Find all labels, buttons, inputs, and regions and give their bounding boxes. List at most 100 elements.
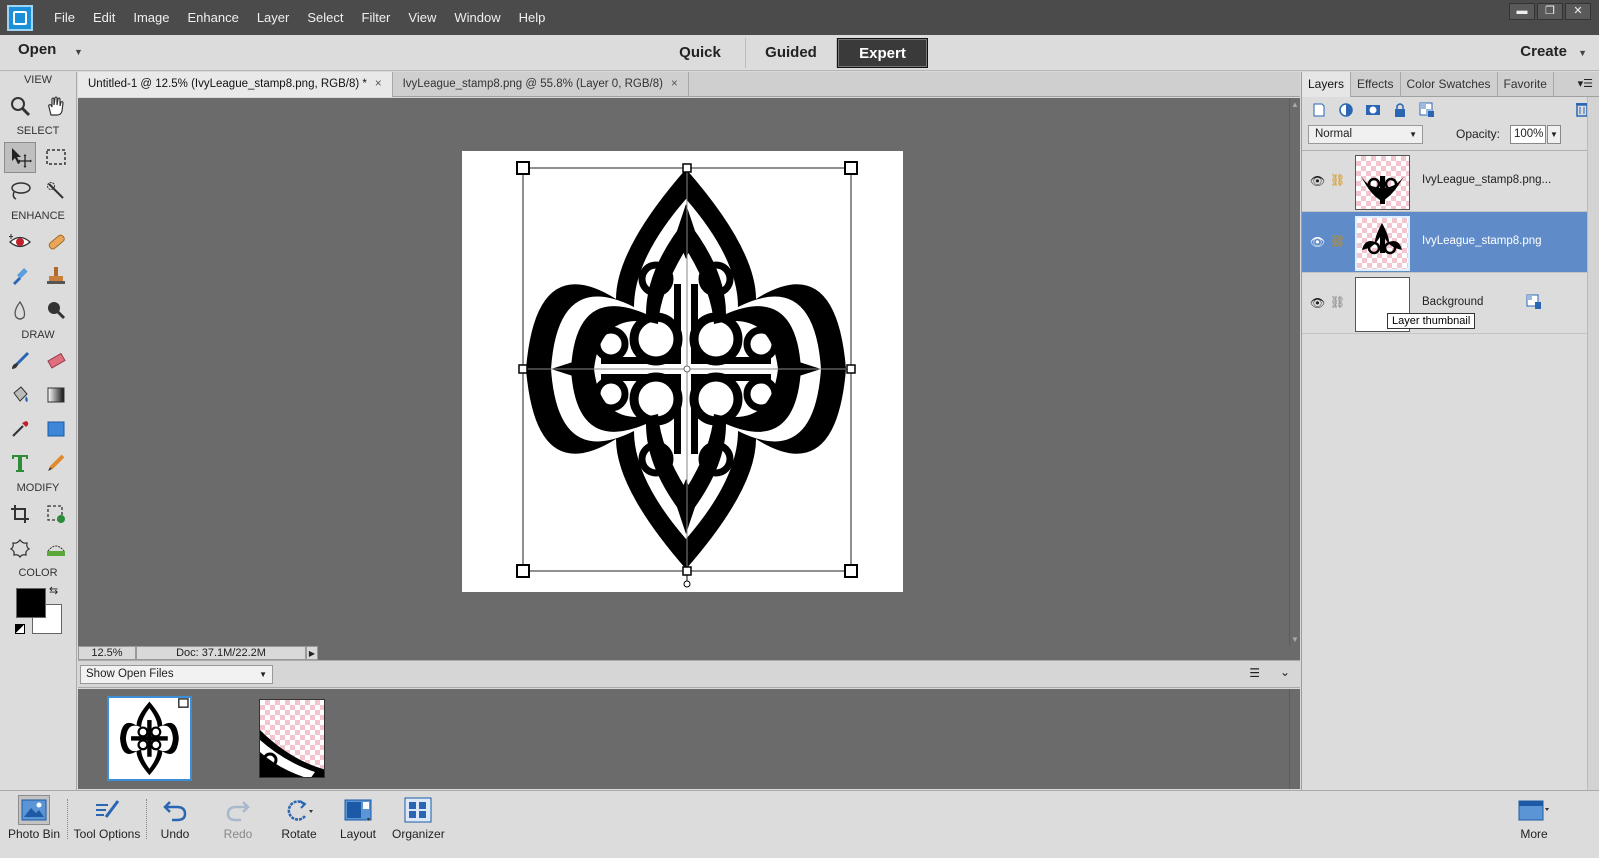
menu-edit[interactable]: Edit — [84, 0, 124, 35]
app-logo-icon[interactable] — [7, 4, 33, 31]
lasso-tool-icon[interactable] — [4, 176, 36, 207]
type-tool-icon[interactable] — [4, 448, 36, 479]
layer-link-icon[interactable]: ⛓ — [1330, 295, 1345, 309]
undo-button[interactable]: Undo — [155, 795, 195, 841]
eyedropper-icon[interactable] — [4, 414, 36, 445]
hand-tool-icon[interactable] — [40, 91, 72, 122]
rectangular-marquee-icon[interactable] — [40, 142, 72, 173]
create-button[interactable]: Create — [1520, 43, 1567, 60]
red-eye-removal-icon[interactable] — [4, 227, 36, 258]
menu-select[interactable]: Select — [298, 0, 352, 35]
move-tool-icon[interactable] — [4, 141, 36, 173]
blur-tool-icon[interactable] — [4, 295, 36, 326]
bin-options-menu-icon[interactable]: ☰ — [1249, 666, 1260, 680]
smart-brush-icon[interactable] — [4, 261, 36, 292]
canvas-horizontal-scrollbar[interactable] — [320, 649, 1290, 657]
open-dropdown-icon[interactable]: ▼ — [74, 47, 83, 57]
recompose-tool-icon[interactable] — [40, 499, 72, 530]
visibility-eye-icon[interactable]: 👁 — [1310, 235, 1325, 249]
visibility-eye-icon[interactable]: 👁 — [1310, 174, 1325, 188]
open-button[interactable]: Open — [18, 41, 56, 58]
more-button[interactable]: More — [1512, 795, 1556, 841]
document-canvas[interactable] — [462, 151, 903, 592]
healing-brush-icon[interactable] — [40, 227, 72, 258]
default-colors-icon[interactable] — [15, 624, 25, 634]
layer-name[interactable]: IvyLeague_stamp8.png... — [1422, 174, 1551, 186]
menu-view[interactable]: View — [399, 0, 445, 35]
lock-all-icon[interactable] — [1391, 101, 1409, 119]
photo-bin-thumbnail-ivyleague[interactable] — [259, 699, 325, 778]
quick-selection-icon[interactable] — [40, 176, 72, 207]
new-layer-icon[interactable] — [1310, 101, 1328, 119]
zoom-level[interactable]: 12.5% — [78, 646, 136, 660]
create-dropdown-icon[interactable]: ▼ — [1578, 48, 1587, 58]
photo-bin-thumbnail-untitled[interactable] — [107, 696, 192, 781]
layer-name[interactable]: IvyLeague_stamp8.png — [1422, 235, 1542, 247]
photo-bin-button[interactable]: Photo Bin — [6, 795, 62, 841]
zoom-tool-icon[interactable] — [4, 91, 36, 122]
photo-bin-filter-select[interactable]: Show Open Files ▼ — [80, 665, 273, 684]
eraser-tool-icon[interactable] — [40, 346, 72, 377]
menu-window[interactable]: Window — [445, 0, 509, 35]
shape-tool-icon[interactable] — [40, 414, 72, 445]
menu-filter[interactable]: Filter — [353, 0, 400, 35]
layer-thumbnail[interactable] — [1355, 155, 1410, 210]
paint-bucket-icon[interactable] — [4, 380, 36, 411]
straighten-tool-icon[interactable] — [40, 533, 72, 564]
content-aware-move-icon[interactable] — [4, 533, 36, 564]
stamp-image[interactable] — [462, 151, 903, 592]
mode-tab-quick[interactable]: Quick — [655, 38, 746, 68]
collapse-bin-icon[interactable]: ⌄ — [1280, 665, 1290, 679]
canvas-area[interactable] — [78, 98, 1289, 646]
adjustment-layer-icon[interactable] — [1337, 101, 1355, 119]
document-tab-ivyleague[interactable]: IvyLeague_stamp8.png @ 55.8% (Layer 0, R… — [393, 72, 689, 97]
layer-mask-icon[interactable] — [1364, 101, 1382, 119]
layer-link-icon[interactable]: ⛓ — [1330, 173, 1345, 187]
panel-menu-icon[interactable]: ▾☰ — [1572, 72, 1599, 96]
layers-panel-scrollbar[interactable] — [1587, 97, 1599, 790]
pencil-tool-icon[interactable] — [40, 448, 72, 479]
photo-bin-scrollbar[interactable] — [1289, 689, 1300, 789]
close-tab-icon[interactable]: × — [671, 78, 678, 90]
visibility-eye-icon[interactable]: 👁 — [1310, 296, 1325, 310]
blend-mode-select[interactable]: Normal ▼ — [1308, 125, 1423, 144]
close-tab-icon[interactable]: × — [375, 78, 382, 90]
tab-effects[interactable]: Effects — [1351, 72, 1401, 97]
lock-transparent-icon[interactable] — [1418, 101, 1436, 119]
menu-enhance[interactable]: Enhance — [179, 0, 248, 35]
layer-row-top[interactable]: 👁 ⛓ IvyLeague_stamp8.png... — [1302, 151, 1599, 212]
tool-options-button[interactable]: Tool Options — [72, 795, 142, 841]
layer-link-icon[interactable]: ⛓ — [1330, 234, 1345, 248]
status-menu-arrow-icon[interactable]: ▶ — [306, 646, 318, 660]
layer-row-background[interactable]: 👁 ⛓ Background Layer thumbnail — [1302, 273, 1599, 334]
opacity-dropdown-icon[interactable]: ▼ — [1547, 125, 1561, 144]
scroll-up-icon[interactable]: ▲ — [1291, 100, 1299, 109]
menu-image[interactable]: Image — [124, 0, 178, 35]
document-tab-untitled[interactable]: Untitled-1 @ 12.5% (IvyLeague_stamp8.png… — [78, 72, 393, 97]
minimize-button[interactable]: ▬ — [1509, 3, 1535, 20]
tab-favorite[interactable]: Favorite — [1498, 72, 1554, 97]
gradient-tool-icon[interactable] — [40, 380, 72, 411]
scroll-down-icon[interactable]: ▼ — [1291, 635, 1299, 644]
menu-help[interactable]: Help — [510, 0, 555, 35]
layer-name[interactable]: Background — [1422, 296, 1483, 308]
layer-row-selected[interactable]: 👁 ⛓ IvyLeague_stamp8.png — [1302, 212, 1599, 273]
organizer-button[interactable]: Organizer — [392, 795, 445, 841]
tab-color-swatches[interactable]: Color Swatches — [1401, 72, 1498, 97]
brush-tool-icon[interactable] — [4, 346, 36, 377]
swap-colors-icon[interactable]: ⇆ — [49, 584, 58, 597]
redo-button[interactable]: Redo — [218, 795, 258, 841]
rotate-button[interactable]: Rotate — [276, 795, 322, 841]
menu-layer[interactable]: Layer — [248, 0, 299, 35]
clone-stamp-icon[interactable] — [40, 261, 72, 292]
menu-file[interactable]: File — [45, 0, 84, 35]
mode-tab-guided[interactable]: Guided — [746, 38, 837, 68]
layer-thumbnail[interactable] — [1355, 216, 1410, 271]
layout-button[interactable]: Layout — [338, 795, 378, 841]
layer-lock-icon[interactable] — [1526, 294, 1542, 313]
restore-button[interactable]: ❐ — [1537, 3, 1563, 20]
close-window-button[interactable]: ✕ — [1565, 3, 1591, 20]
mode-tab-expert[interactable]: Expert — [837, 38, 928, 68]
tab-layers[interactable]: Layers — [1302, 72, 1352, 97]
crop-tool-icon[interactable] — [4, 499, 36, 530]
